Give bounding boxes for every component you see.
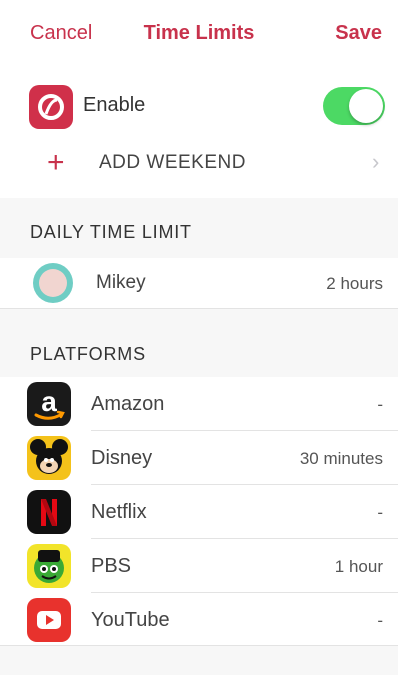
add-weekend-row[interactable]: + ADD WEEKEND › <box>0 138 398 188</box>
platform-limit-value: 30 minutes <box>299 449 383 468</box>
svg-text:a: a <box>41 386 57 417</box>
platform-row-pbs[interactable]: PBS 1 hour <box>0 539 398 593</box>
platforms-section-header-bg: PLATFORMS <box>0 309 398 377</box>
platform-name: Netflix <box>91 501 147 523</box>
avatar-face <box>39 269 67 297</box>
platform-limit-value: - <box>377 395 383 414</box>
bottom-spacer <box>0 646 398 675</box>
platform-name: PBS <box>91 555 132 577</box>
toggle-knob <box>349 89 383 123</box>
user-name: Mikey <box>96 272 146 293</box>
platforms-header: PLATFORMS <box>30 344 146 364</box>
pbs-kids-icon <box>27 544 71 588</box>
platform-name: Disney <box>91 447 153 469</box>
enable-toggle[interactable] <box>323 87 385 125</box>
platform-row-disney[interactable]: Disney 30 minutes <box>0 431 398 485</box>
platform-row-amazon[interactable]: a Amazon - <box>0 377 398 431</box>
daily-time-limit-header: DAILY TIME LIMIT <box>30 222 192 242</box>
save-button[interactable]: Save <box>335 22 382 45</box>
enable-label: Enable <box>83 94 146 116</box>
chevron-right-icon: › <box>372 149 380 174</box>
platform-name: YouTube <box>91 609 170 631</box>
user-limit-value: 2 hours <box>326 274 383 293</box>
amazon-icon: a <box>27 382 71 426</box>
platform-name: Amazon <box>91 393 165 415</box>
platform-limit-value: - <box>377 503 383 522</box>
add-weekend-label: ADD WEEKEND <box>99 152 246 173</box>
plus-icon: + <box>47 146 65 179</box>
daily-section-header-bg: DAILY TIME LIMIT <box>0 198 398 258</box>
user-row-mikey[interactable]: Mikey 2 hours <box>0 258 398 308</box>
netflix-icon <box>27 490 71 534</box>
enable-row: Enable <box>0 80 398 132</box>
disney-icon <box>27 436 71 480</box>
nav-bar: Cancel Time Limits Save <box>0 0 398 70</box>
platform-limit-value: - <box>377 611 383 630</box>
avatar <box>33 263 73 303</box>
platform-row-youtube[interactable]: YouTube - <box>0 593 398 647</box>
app-logo-icon <box>29 85 73 129</box>
youtube-icon <box>27 598 71 642</box>
platforms-list: a Amazon - Disney 30 minutes Netflix - P… <box>0 377 398 645</box>
platform-row-netflix[interactable]: Netflix - <box>0 485 398 539</box>
platform-limit-value: 1 hour <box>334 557 383 576</box>
